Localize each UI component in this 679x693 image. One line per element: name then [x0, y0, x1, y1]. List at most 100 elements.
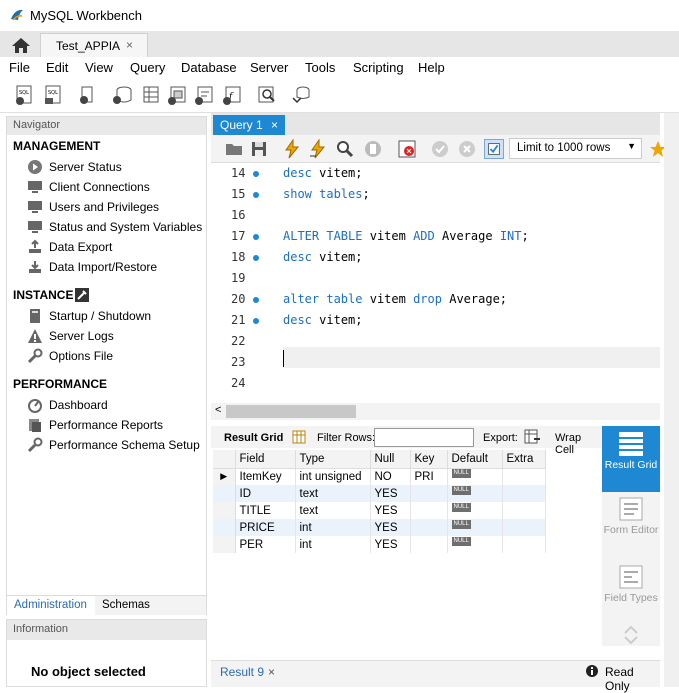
table-cell[interactable]: NULL — [447, 468, 503, 485]
menu-database[interactable]: Database — [181, 60, 237, 75]
column-header[interactable]: Field — [235, 450, 296, 469]
new-sql-tab-icon[interactable]: SQL — [14, 84, 36, 106]
statement-marker-icon[interactable] — [253, 192, 259, 198]
menu-help[interactable]: Help — [418, 60, 445, 75]
form-editor-button[interactable]: Form Editor — [602, 496, 660, 562]
code-line[interactable]: ALTER TABLE vitem ADD Average INT; — [283, 226, 529, 247]
table-cell[interactable] — [410, 536, 448, 553]
editor-horizontal-scrollbar[interactable]: < — [211, 403, 660, 420]
menu-edit[interactable]: Edit — [46, 60, 68, 75]
tab-administration[interactable]: Administration — [7, 596, 95, 616]
table-cell[interactable]: text — [295, 485, 371, 502]
open-sql-script-icon[interactable]: SQL — [43, 84, 65, 106]
sql-editor[interactable]: 14 desc vitem; 15 show tables; 16 17 ALTER TAB… — [211, 163, 660, 403]
grid-icon[interactable] — [292, 430, 306, 444]
table-cell[interactable] — [502, 519, 546, 536]
result-grid-label[interactable]: Result Grid — [224, 432, 283, 444]
tab-schemas[interactable]: Schemas — [102, 599, 150, 611]
menu-query[interactable]: Query — [130, 60, 165, 75]
table-cell[interactable]: NULL — [447, 502, 503, 519]
close-icon[interactable]: × — [271, 118, 278, 132]
field-types-button[interactable]: Field Types — [602, 564, 660, 630]
table-cell[interactable]: NULL — [447, 519, 503, 536]
instance-settings-icon[interactable] — [75, 288, 89, 302]
reconnect-icon[interactable] — [290, 84, 312, 106]
code-line[interactable]: desc vitem; — [283, 247, 363, 268]
statement-marker-icon[interactable] — [253, 297, 259, 303]
code-line[interactable]: alter table vitem drop Average; — [283, 289, 507, 310]
statement-marker-icon[interactable] — [253, 318, 259, 324]
explain-magnifier-icon[interactable] — [335, 139, 355, 159]
open-folder-icon[interactable] — [224, 139, 244, 159]
result-grid-side-button[interactable]: Result Grid — [602, 426, 660, 492]
table-cell[interactable] — [410, 519, 448, 536]
table-cell[interactable]: PRICE — [235, 519, 296, 536]
table-cell[interactable]: TITLE — [235, 502, 296, 519]
table-row[interactable]: TITLE text YES NULL — [213, 502, 546, 519]
create-view-icon[interactable] — [166, 84, 188, 106]
table-cell[interactable] — [410, 502, 448, 519]
export-icon[interactable] — [524, 429, 541, 445]
table-cell[interactable]: int unsigned — [295, 468, 371, 485]
table-cell[interactable]: NULL — [447, 485, 503, 502]
table-cell[interactable] — [502, 536, 546, 553]
column-header[interactable]: Null — [370, 450, 411, 469]
rollback-icon[interactable] — [457, 139, 477, 159]
table-row[interactable]: ▶ ItemKey int unsigned NO PRI NULL — [213, 468, 546, 485]
menu-tools[interactable]: Tools — [305, 60, 335, 75]
column-header[interactable]: Extra — [502, 450, 546, 469]
close-icon[interactable]: × — [268, 665, 275, 679]
table-cell[interactable]: PER — [235, 536, 296, 553]
table-cell[interactable]: ItemKey — [235, 468, 296, 485]
table-cell[interactable]: PRI — [410, 468, 448, 485]
table-cell[interactable]: YES — [370, 536, 411, 553]
result-tab[interactable]: Result 9 — [220, 665, 264, 679]
scroll-left-icon[interactable]: < — [215, 404, 221, 416]
column-header[interactable]: Default — [447, 450, 503, 469]
table-cell[interactable]: YES — [370, 502, 411, 519]
create-function-icon[interactable]: f — [221, 84, 243, 106]
row-header[interactable]: ▶ — [213, 468, 236, 485]
toggle-error-icon[interactable] — [397, 139, 417, 159]
table-cell[interactable]: int — [295, 519, 371, 536]
table-cell[interactable]: NULL — [447, 536, 503, 553]
statement-marker-icon[interactable] — [253, 234, 259, 240]
column-header[interactable]: Key — [410, 450, 448, 469]
table-row[interactable]: PRICE int YES NULL — [213, 519, 546, 536]
menu-scripting[interactable]: Scripting — [353, 60, 404, 75]
statement-marker-icon[interactable] — [253, 255, 259, 261]
table-cell[interactable]: text — [295, 502, 371, 519]
row-header[interactable] — [213, 536, 236, 553]
table-cell[interactable]: YES — [370, 485, 411, 502]
scrollbar-thumb[interactable] — [226, 405, 356, 418]
column-header[interactable]: Type — [295, 450, 371, 469]
save-icon[interactable] — [249, 139, 269, 159]
menu-view[interactable]: View — [85, 60, 113, 75]
table-cell[interactable] — [502, 468, 546, 485]
table-cell[interactable]: NO — [370, 468, 411, 485]
inspector-icon[interactable] — [76, 84, 98, 106]
wrap-cell-label[interactable]: Wrap Cell — [555, 432, 602, 456]
connection-tab[interactable]: Test_APPIA × — [40, 33, 148, 57]
code-line[interactable]: show tables; — [283, 184, 370, 205]
table-cell[interactable] — [502, 502, 546, 519]
table-cell[interactable]: YES — [370, 519, 411, 536]
stop-icon[interactable] — [363, 139, 383, 159]
commit-icon[interactable] — [430, 139, 450, 159]
scroll-chevrons-icon[interactable] — [623, 624, 639, 646]
code-line[interactable]: desc vitem; — [283, 163, 363, 184]
execute-lightning-icon[interactable] — [282, 139, 302, 159]
home-icon[interactable] — [8, 35, 34, 55]
table-cell[interactable]: int — [295, 536, 371, 553]
query-tab[interactable]: Query 1 × — [213, 115, 285, 135]
row-header[interactable] — [213, 519, 236, 536]
execute-current-icon[interactable] — [308, 139, 328, 159]
create-procedure-icon[interactable] — [193, 84, 215, 106]
menu-server[interactable]: Server — [250, 60, 288, 75]
row-header[interactable] — [213, 485, 236, 502]
table-cell[interactable] — [410, 485, 448, 502]
table-row[interactable]: PER int YES NULL — [213, 536, 546, 553]
create-schema-icon[interactable] — [111, 84, 133, 106]
statement-marker-icon[interactable] — [253, 171, 259, 177]
filter-rows-input[interactable] — [374, 428, 474, 447]
